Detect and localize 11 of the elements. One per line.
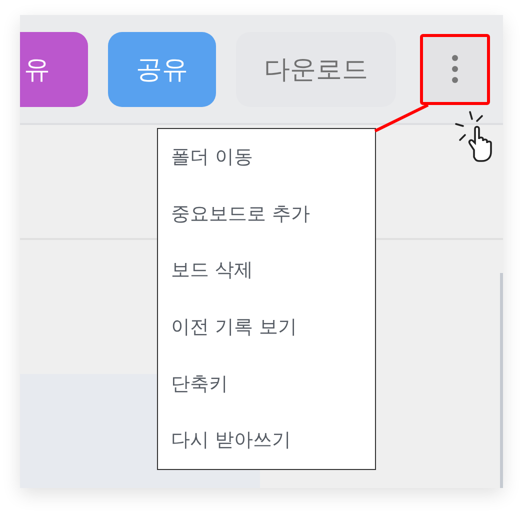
menu-item[interactable]: 보드 삭제 <box>171 257 254 284</box>
menu-item[interactable]: 중요보드로 추가 <box>171 200 310 227</box>
share-button[interactable]: 유 <box>20 32 88 106</box>
more-icon <box>451 54 459 84</box>
download-button[interactable]: 다운로드 <box>236 32 396 106</box>
menu-item[interactable]: 폴더 이동 <box>171 144 254 170</box>
leader-line <box>374 104 429 132</box>
menu-item[interactable]: 이전 기록 보기 <box>171 314 298 340</box>
menu-item[interactable]: 단축키 <box>171 370 228 397</box>
more-button[interactable] <box>420 34 490 104</box>
menu-item[interactable]: 다시 받아쓰기 <box>171 427 292 454</box>
